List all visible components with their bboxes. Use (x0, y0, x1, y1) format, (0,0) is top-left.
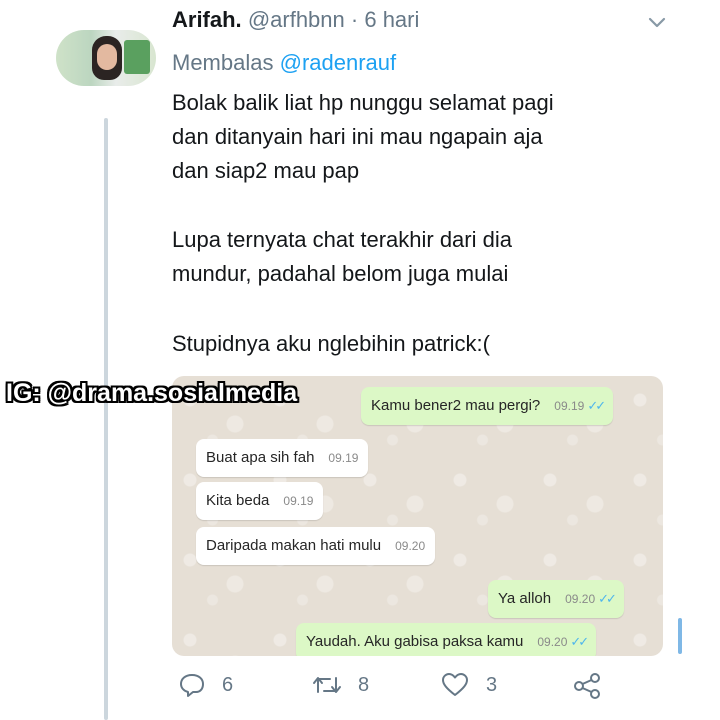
chevron-down-icon[interactable] (646, 12, 668, 34)
like-count: 3 (486, 673, 498, 696)
reply-icon (178, 672, 206, 698)
heart-icon (440, 672, 470, 698)
tweet-text-line: mundur, padahal belom juga mulai (172, 261, 509, 286)
chat-message-incoming: Kita beda 09.19 (196, 482, 324, 520)
tweet-text-line: Lupa ternyata chat terakhir dari dia (172, 227, 512, 252)
message-text: Kamu bener2 mau pergi? (371, 397, 541, 414)
retweet-button[interactable]: 8 (312, 672, 369, 698)
handle[interactable]: @arfhbnn (248, 7, 345, 32)
chat-screenshot: Kamu bener2 mau pergi? 09.19 ✓✓ Buat apa s… (172, 376, 663, 656)
message-text: Buat apa sih fah (206, 449, 315, 466)
message-time: 09.20 (565, 592, 596, 606)
message-time: 09.19 (554, 399, 585, 413)
reply-button[interactable]: 6 (178, 672, 233, 698)
watermark: IG: @drama.sosialmedia (6, 379, 298, 407)
retweet-count: 8 (358, 673, 370, 696)
avatar[interactable] (56, 30, 156, 86)
tweet-text-line: dan siap2 mau pap (172, 158, 360, 183)
message-text: Yaudah. Aku gabisa paksa kamu (306, 633, 524, 650)
reply-prefix: Membalas (172, 50, 274, 75)
thread-line (104, 118, 108, 720)
like-button[interactable]: 3 (440, 672, 497, 698)
message-time: 09.19 (328, 451, 359, 465)
tweet-text-line: dan ditanyain hari ini mau ngapain aja (172, 124, 543, 149)
tweet-text-line: Bolak balik liat hp nunggu selamat pagi (172, 90, 554, 115)
chat-message-incoming: Buat apa sih fah 09.19 (196, 439, 369, 477)
read-ticks-icon: ✓✓ (598, 591, 617, 606)
chat-message-outgoing: Yaudah. Aku gabisa paksa kamu 09.20 ✓✓ (296, 623, 597, 656)
display-name[interactable]: Arifah. (172, 7, 242, 32)
reply-mention[interactable]: @radenrauf (280, 50, 397, 75)
message-time: 09.20 (537, 635, 568, 649)
chat-message-outgoing: Kamu bener2 mau pergi? 09.19 ✓✓ (361, 387, 614, 425)
retweet-icon (312, 672, 342, 698)
message-time: 09.20 (395, 539, 426, 553)
reply-count: 6 (222, 673, 234, 696)
timestamp[interactable]: 6 hari (364, 7, 419, 32)
read-ticks-icon: ✓✓ (587, 398, 606, 413)
tweet-text-line: Stupidnya aku nglebihin patrick:( (172, 331, 490, 356)
share-button[interactable] (572, 672, 602, 700)
message-text: Ya alloh (498, 590, 552, 607)
read-ticks-icon: ✓✓ (570, 634, 589, 649)
message-time: 09.19 (283, 494, 314, 508)
scroll-indicator (678, 618, 682, 654)
reply-context: Membalas @radenrauf (172, 50, 396, 76)
chat-message-incoming: Daripada makan hati mulu 09.20 (196, 527, 436, 565)
message-text: Daripada makan hati mulu (206, 537, 382, 554)
share-icon (572, 672, 602, 700)
separator: · (350, 7, 359, 32)
message-text: Kita beda (206, 492, 270, 509)
chat-message-outgoing: Ya alloh 09.20 ✓✓ (488, 580, 624, 618)
tweet-header: Arifah. @arfhbnn · 6 hari (172, 7, 419, 33)
